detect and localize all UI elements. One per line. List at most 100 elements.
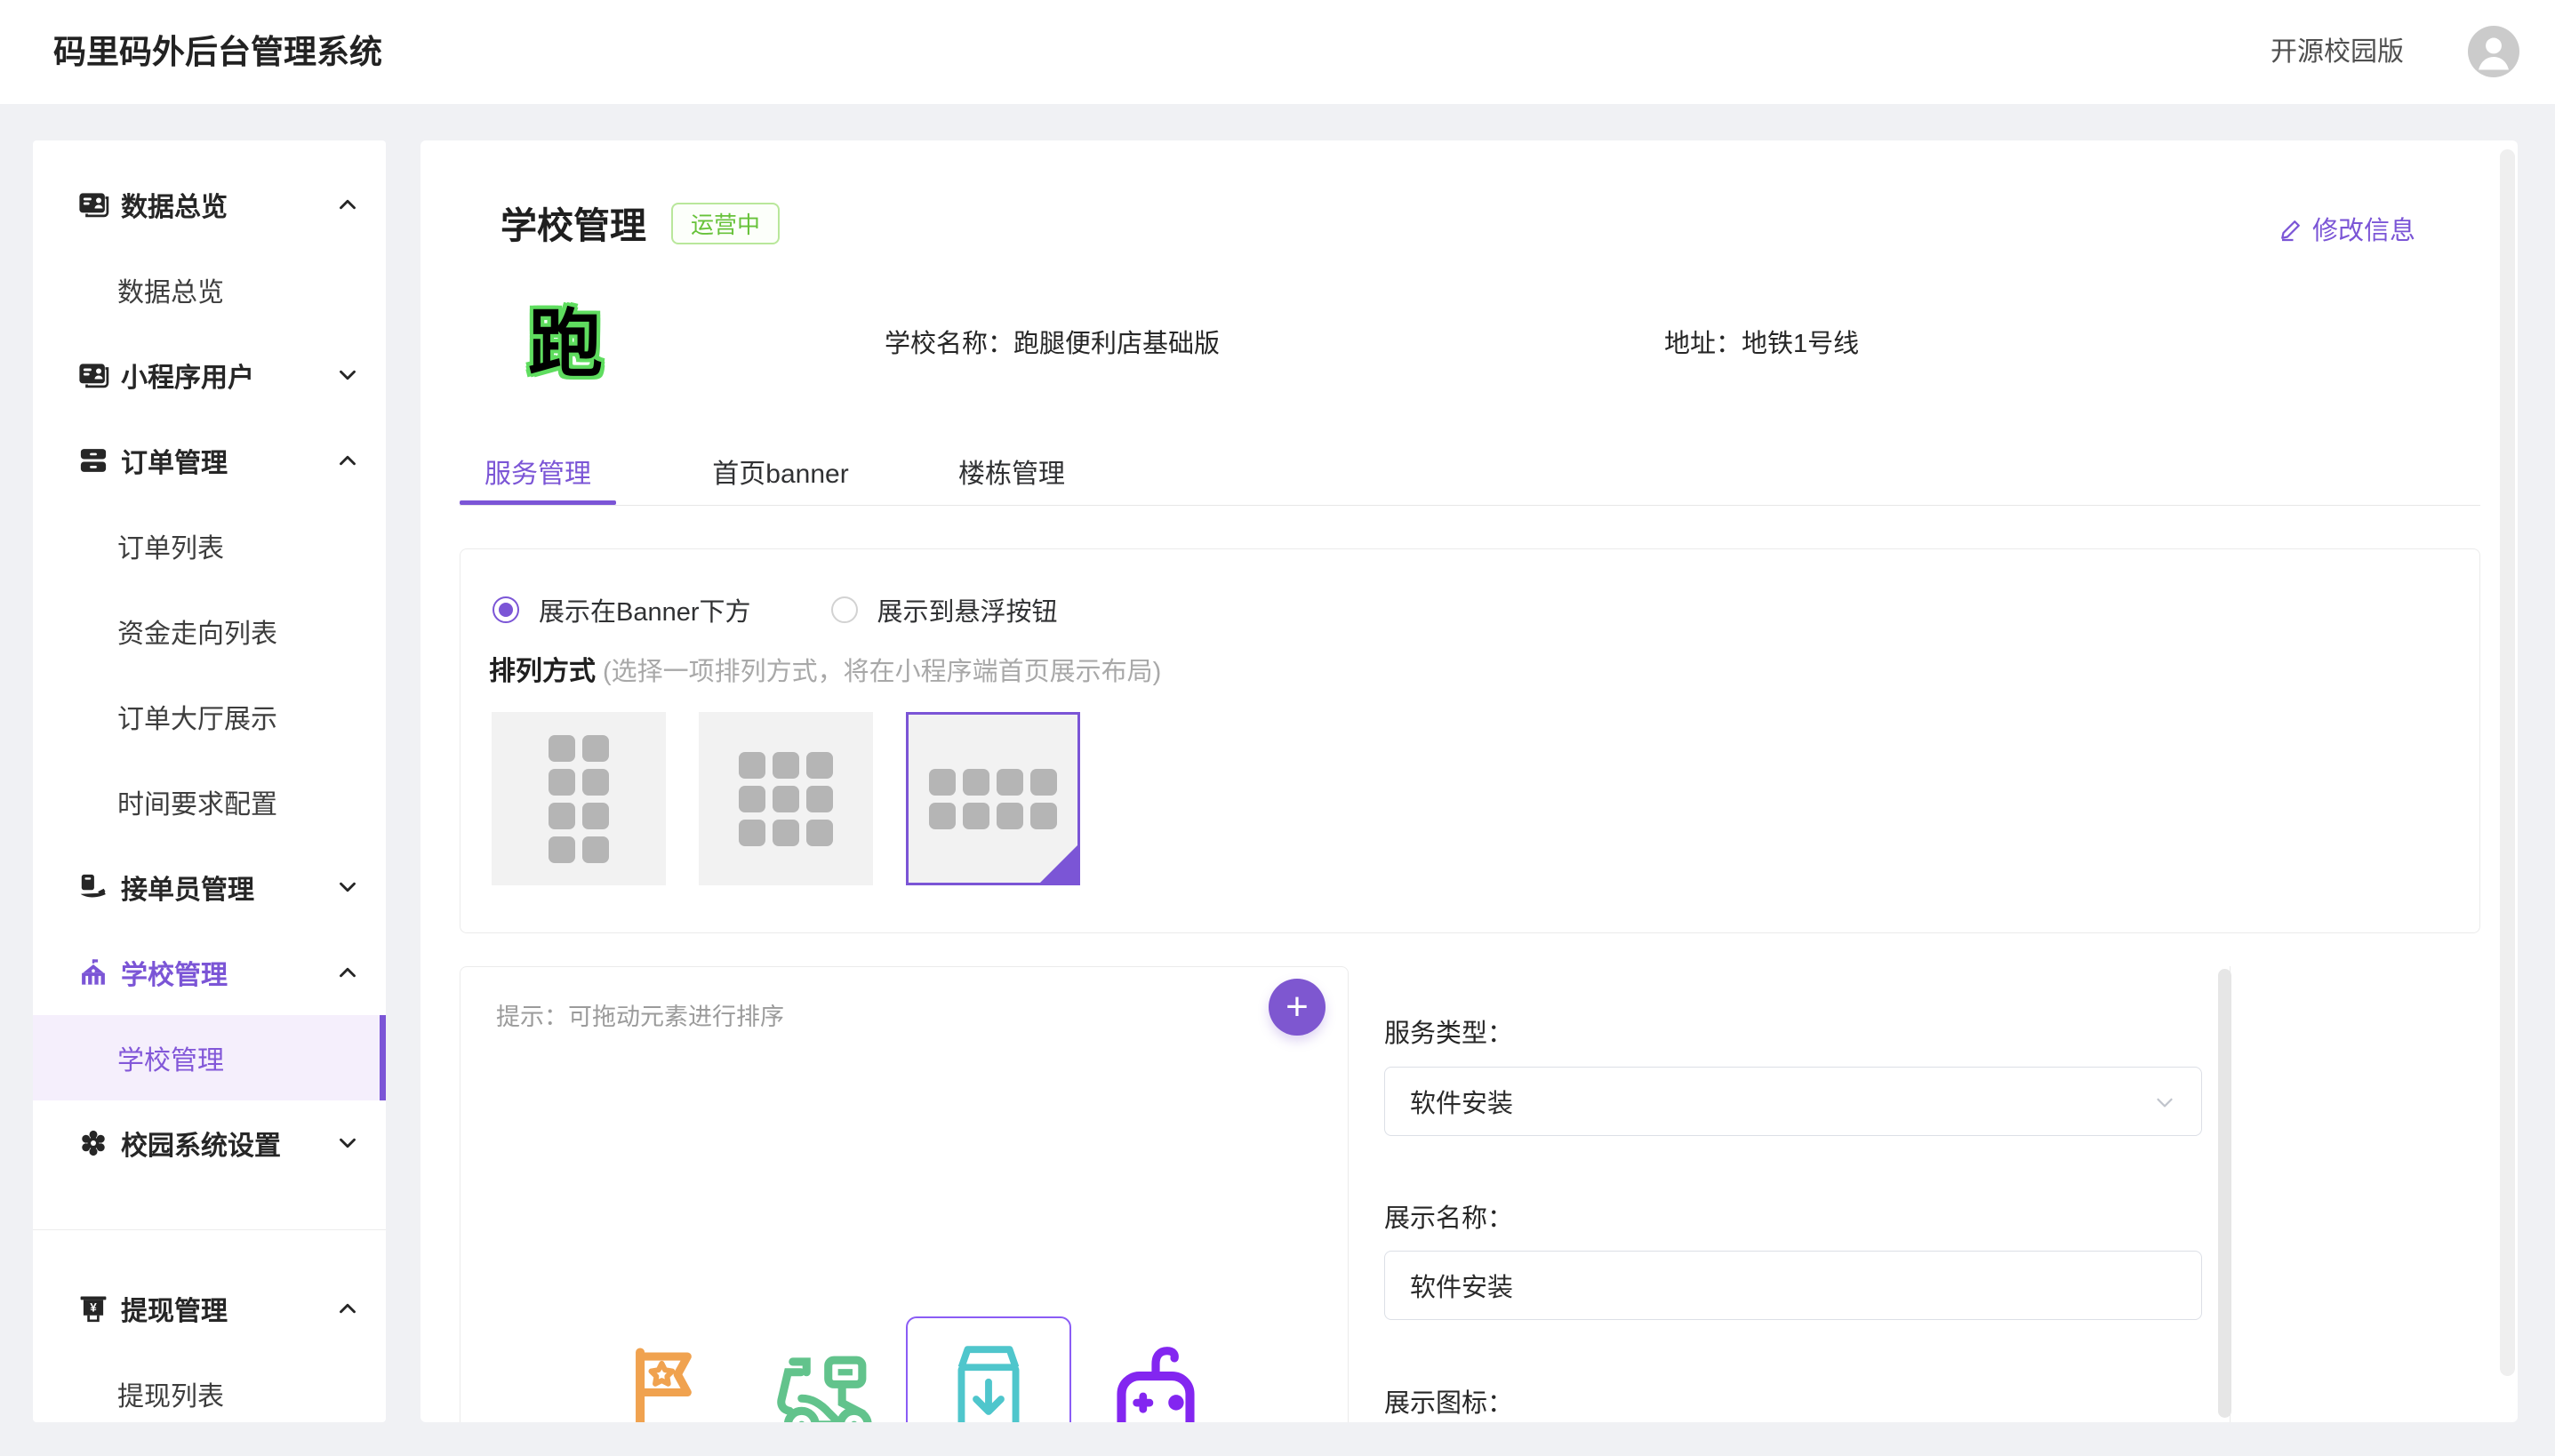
- school-name-row: 学校名称：跑腿便利店基础版: [885, 323, 1220, 360]
- display-name-value: 软件安装: [1410, 1267, 1513, 1304]
- add-service-button[interactable]: +: [1269, 979, 1326, 1036]
- sidebar-item-miniprogram-users[interactable]: 小程序用户: [33, 332, 386, 418]
- sidebar-item-label: 小程序用户: [121, 356, 254, 395]
- edition-label: 开源校园版: [2271, 0, 2404, 104]
- radio-floating-button-label[interactable]: 展示到悬浮按钮: [877, 591, 1058, 628]
- sidebar: 数据总览 数据总览 小程序用户 订单管理 订单列表 资金走向列表: [33, 140, 386, 1422]
- display-mode-radio-group: 展示在Banner下方 展示到悬浮按钮: [493, 585, 1058, 635]
- sidebar-item-order-hall[interactable]: 订单大厅展示: [33, 674, 386, 759]
- app-title: 码里码外后台管理系统: [53, 0, 382, 104]
- top-header: 码里码外后台管理系统 开源校园版: [0, 0, 2555, 104]
- grid-preview-2x4: [549, 735, 609, 863]
- sidebar-item-label: 资金走向列表: [117, 612, 277, 651]
- sidebar-item-label: 学校管理: [117, 1038, 224, 1077]
- user-card-icon: [77, 359, 109, 391]
- radio-banner-below[interactable]: [493, 596, 519, 623]
- school-name-label: 学校名称：: [885, 330, 1013, 358]
- edit-info-link[interactable]: 修改信息: [2279, 210, 2415, 247]
- status-badge: 运营中: [671, 203, 780, 244]
- service-type-select[interactable]: 软件安装: [1384, 1067, 2202, 1136]
- main-panel: 学校管理 运营中 修改信息 跑 学校名称：跑腿便利店基础版 地址：地铁1号线 服…: [420, 140, 2518, 1422]
- grid-preview-3x3: [739, 752, 833, 846]
- sidebar-item-withdraw-list[interactable]: 提现列表: [33, 1351, 386, 1422]
- sidebar-item-data-overview[interactable]: 数据总览: [33, 162, 386, 247]
- sidebar-item-label: 订单列表: [117, 526, 224, 565]
- chevron-down-icon: [2151, 1089, 2178, 1123]
- address-value: 地铁1号线: [1742, 330, 1859, 358]
- arrangement-heading: 排列方式(选择一项排列方式，将在小程序端首页展示布局): [489, 649, 1161, 688]
- sidebar-item-withdraw-management[interactable]: ¥ 提现管理: [33, 1266, 386, 1351]
- sidebar-item-data-overview-child[interactable]: 数据总览: [33, 247, 386, 332]
- layout-option-3x3[interactable]: [699, 712, 873, 885]
- service-type-value: 软件安装: [1410, 1083, 1513, 1120]
- sidebar-item-order-list[interactable]: 订单列表: [33, 503, 386, 588]
- scooter-icon[interactable]: [773, 1339, 871, 1422]
- sidebar-item-school-management[interactable]: 学校管理: [33, 930, 386, 1015]
- selected-service-card[interactable]: [906, 1316, 1071, 1422]
- sidebar-item-time-config[interactable]: 时间要求配置: [33, 759, 386, 844]
- sidebar-item-school-management-child[interactable]: 学校管理: [33, 1015, 386, 1100]
- layout-option-2x4[interactable]: [492, 712, 666, 885]
- layout-option-4x2-selected[interactable]: [906, 712, 1080, 885]
- sidebar-item-label: 订单管理: [121, 441, 228, 480]
- sidebar-item-label: 数据总览: [117, 270, 224, 309]
- app-root: 码里码外后台管理系统 开源校园版 数据总览 数据总览 小程序用户: [0, 0, 2555, 1456]
- arrangement-title: 排列方式: [489, 657, 596, 686]
- box-download-icon: [946, 1318, 1031, 1422]
- tab-service-management[interactable]: 服务管理: [460, 453, 616, 505]
- tab-bar: 服务管理 首页banner 楼栋管理: [460, 453, 1078, 505]
- radio-banner-below-label[interactable]: 展示在Banner下方: [539, 591, 751, 628]
- person-icon: [2468, 26, 2519, 77]
- chevron-up-icon: [334, 447, 361, 474]
- settings-icon: [77, 1127, 109, 1159]
- sidebar-item-funds-flow[interactable]: 资金走向列表: [33, 588, 386, 674]
- sidebar-item-campus-settings[interactable]: 校园系统设置: [33, 1100, 386, 1186]
- sidebar-item-order-management[interactable]: 订单管理: [33, 418, 386, 503]
- orders-icon: [77, 444, 109, 476]
- layout-option-cards: [492, 712, 1080, 885]
- school-logo: 跑: [521, 293, 610, 382]
- service-icons-row: [461, 1316, 1349, 1422]
- sidebar-item-label: 接单员管理: [121, 868, 254, 907]
- withdraw-icon: ¥: [77, 1292, 109, 1324]
- game-controller-icon[interactable]: [1107, 1339, 1205, 1422]
- chevron-down-icon: [334, 874, 361, 900]
- chevron-up-icon: [334, 959, 361, 986]
- drag-hint: 提示：可拖动元素进行排序: [496, 997, 784, 1032]
- chevron-up-icon: [334, 1295, 361, 1322]
- chevron-up-icon: [334, 191, 361, 218]
- sidebar-item-label: 学校管理: [121, 953, 228, 992]
- page-title: 学校管理: [501, 196, 646, 249]
- service-type-label: 服务类型：: [1384, 1012, 1513, 1050]
- main-scrollbar-thumb[interactable]: [2500, 149, 2515, 1376]
- service-sort-panel: 提示：可拖动元素进行排序 +: [460, 966, 1349, 1422]
- radio-floating-button[interactable]: [831, 596, 858, 623]
- sidebar-item-courier-management[interactable]: 接单员管理: [33, 844, 386, 930]
- display-icon-label: 展示图标：: [1384, 1382, 1513, 1420]
- form-scrollbar-thumb[interactable]: [2218, 969, 2231, 1418]
- user-avatar[interactable]: [2468, 26, 2519, 77]
- sidebar-item-label: 提现管理: [121, 1289, 228, 1328]
- chevron-down-icon: [334, 1130, 361, 1156]
- pencil-icon: [2279, 215, 2305, 242]
- display-settings-box: 展示在Banner下方 展示到悬浮按钮 排列方式(选择一项排列方式，将在小程序端…: [460, 548, 2480, 933]
- sidebar-item-label: 订单大厅展示: [117, 697, 277, 736]
- arrangement-note: (选择一项排列方式，将在小程序端首页展示布局): [603, 658, 1161, 686]
- sidebar-item-label: 提现列表: [117, 1374, 224, 1413]
- tab-bar-border: [460, 505, 2480, 506]
- sidebar-divider: [33, 1229, 386, 1230]
- school-icon: [77, 956, 109, 988]
- display-name-label: 展示名称：: [1384, 1197, 1513, 1235]
- service-form: 服务类型： 软件安装 展示名称： 软件安装 展示图标：: [1349, 966, 2231, 1422]
- data-card-icon: [77, 188, 109, 220]
- school-address-row: 地址：地铁1号线: [1664, 323, 1859, 360]
- edit-info-label: 修改信息: [2312, 210, 2415, 247]
- tab-home-banner[interactable]: 首页banner: [702, 453, 859, 505]
- svg-text:¥: ¥: [90, 1300, 97, 1314]
- sidebar-item-label: 校园系统设置: [121, 1124, 281, 1163]
- courier-icon: [77, 871, 109, 903]
- tab-building-management[interactable]: 楼栋管理: [945, 453, 1078, 505]
- display-name-input[interactable]: 软件安装: [1384, 1251, 2202, 1320]
- sidebar-item-label: 时间要求配置: [117, 782, 277, 821]
- flag-icon[interactable]: [612, 1339, 709, 1422]
